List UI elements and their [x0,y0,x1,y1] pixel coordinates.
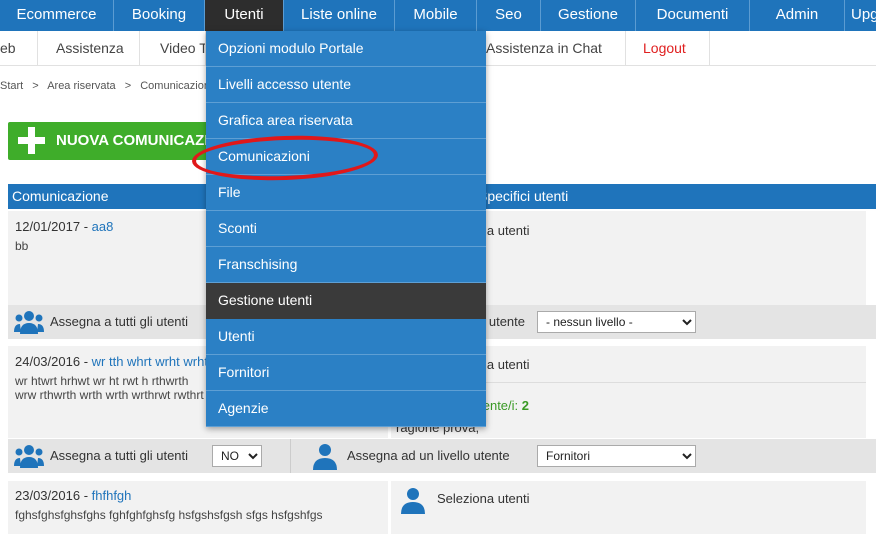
assign-all-label: Assegna a tutti gli utenti [50,448,189,463]
row-title-link[interactable]: aa8 [92,219,114,234]
subnav-logout[interactable]: Logout [626,31,710,66]
row-description: bb [15,239,29,253]
top-navigation: Ecommerce Booking Utenti Liste online Mo… [0,0,876,31]
table-row: 23/03/2016 - fhfhfgh fghsfghsfghsfghs fg… [8,481,388,534]
breadcrumb: Start > Area riservata > Comunicazioni [0,80,210,92]
row-title-link[interactable]: wr tth whrt wrht wrht [92,354,208,369]
utenti-dropdown-menu: Opzioni modulo Portale Livelli accesso u… [206,31,486,427]
row-date: 23/03/2016 - fhfhfgh [15,488,132,503]
users-group-icon [14,311,44,334]
level-select[interactable]: Fornitori [537,445,696,467]
nav-documenti[interactable]: Documenti [636,0,750,31]
menu-item-grafica-area-riservata[interactable]: Grafica area riservata [206,103,486,139]
row-description: wrw rthwrth wrth wrth wrthrwt rwthrt [15,388,204,402]
row-assign-bar: Assegna a tutti gli utenti NO Assegna ad… [8,439,876,473]
nav-booking[interactable]: Booking [114,0,205,31]
plus-icon [18,127,45,154]
row-assign-cell: Seleziona utenti [391,481,866,534]
breadcrumb-start[interactable]: Start [0,80,23,92]
nav-gestione[interactable]: Gestione [541,0,636,31]
row-description: wr htwrt hrhwt wr ht rwt h rthwrth [15,374,189,388]
row-date: 24/03/2016 - wr tth whrt wrht wrht [15,354,208,369]
row-description: fghsfghsfghsfghs fghfghfghsfg hsfgshsfgs… [15,508,323,522]
menu-item-gestione-utenti[interactable]: Gestione utenti [206,283,486,319]
nav-admin[interactable]: Admin [750,0,845,31]
assign-all-select[interactable]: NO [212,445,262,467]
divider [290,439,291,473]
row-date: 12/01/2017 - aa8 [15,219,114,234]
menu-item-file[interactable]: File [206,175,486,211]
menu-item-franschising[interactable]: Franschising [206,247,486,283]
subnav-assistenza-chat[interactable]: Assistenza in Chat [486,31,626,66]
breadcrumb-area-riservata[interactable]: Area riservata [47,80,115,92]
new-communication-label: NUOVA COMUNICAZIONE [56,132,218,149]
nav-utenti[interactable]: Utenti [205,0,284,31]
assign-level-label: Assegna ad un livello utente [347,448,510,463]
menu-item-opzioni-modulo-portale[interactable]: Opzioni modulo Portale [206,31,486,67]
breadcrumb-comunicazioni: Comunicazioni [140,80,210,92]
menu-item-agenzie[interactable]: Agenzie [206,391,486,427]
user-icon [401,488,425,514]
assign-all-label: Assegna a tutti gli utenti [50,314,189,329]
nav-upgrade[interactable]: Upg [845,0,876,31]
menu-item-fornitori[interactable]: Fornitori [206,355,486,391]
nav-ecommerce[interactable]: Ecommerce [0,0,114,31]
breadcrumb-separator: > [124,80,132,92]
subnav-video[interactable]: Video T [140,31,206,66]
menu-item-livelli-accesso[interactable]: Livelli accesso utente [206,67,486,103]
nav-mobile[interactable]: Mobile [395,0,477,31]
column-header-comunicazione: Comunicazione [12,188,109,204]
column-header-specifici-utenti: Specifici utenti [478,188,569,204]
user-icon [313,444,337,470]
menu-item-sconti[interactable]: Sconti [206,211,486,247]
nav-liste-online[interactable]: Liste online [284,0,395,31]
new-communication-button[interactable]: NUOVA COMUNICAZIONE [8,122,218,160]
row-title-link[interactable]: fhfhfgh [92,488,132,503]
nav-seo[interactable]: Seo [477,0,541,31]
breadcrumb-separator: > [32,80,39,92]
select-users-link[interactable]: Seleziona utenti [437,491,530,506]
users-group-icon [14,445,44,468]
level-select[interactable]: - nessun livello - [537,311,696,333]
menu-item-utenti[interactable]: Utenti [206,319,486,355]
subnav-assistenza[interactable]: Assistenza [38,31,140,66]
subnav-web[interactable]: eb [0,31,38,66]
